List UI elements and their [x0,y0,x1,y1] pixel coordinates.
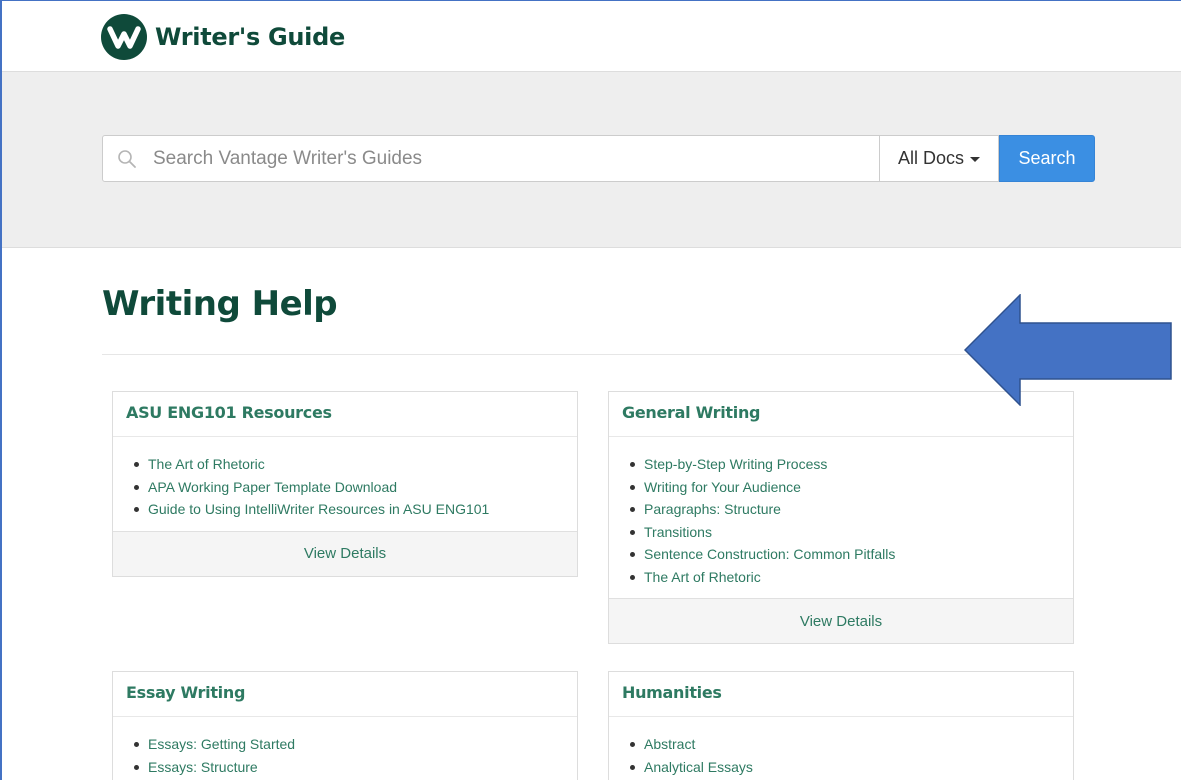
search-section: All Docs Search [2,72,1181,248]
view-details-button[interactable]: View Details [113,530,577,576]
title-divider [102,354,1087,355]
card-link[interactable]: The Art of Rhetoric [134,453,564,476]
writers-guide-logo-icon[interactable] [101,14,147,60]
brand-name[interactable]: Writer's Guide [155,23,345,51]
card-humanities: Humanities Abstract Analytical Essays [608,671,1074,780]
card-link[interactable]: Sentence Construction: Common Pitfalls [630,543,1060,566]
docs-scope-label: All Docs [897,148,964,168]
site-header: Writer's Guide [2,1,1181,72]
search-button[interactable]: Search [999,135,1095,182]
card-link[interactable]: Abstract [630,733,1060,756]
card-link[interactable]: Essays: Structure [134,756,564,779]
card-link[interactable]: Step-by-Step Writing Process [630,453,1060,476]
annotation-arrow-icon [964,294,1172,406]
page-title: Writing Help [102,284,338,324]
card-link-list: Abstract Analytical Essays [609,717,1073,780]
card-link[interactable]: Guide to Using IntelliWriter Resources i… [134,498,564,521]
card-link[interactable]: APA Working Paper Template Download [134,476,564,499]
card-title[interactable]: Essay Writing [113,672,577,717]
search-input[interactable] [153,136,853,181]
search-icon [117,149,137,174]
card-link[interactable]: Analytical Essays [630,756,1060,779]
card-asu-eng101: ASU ENG101 Resources The Art of Rhetoric… [112,391,578,577]
caret-down-icon [970,157,980,162]
card-essay-writing: Essay Writing Essays: Getting Started Es… [112,671,578,780]
card-general-writing: General Writing Step-by-Step Writing Pro… [608,391,1074,644]
card-link-list: Essays: Getting Started Essays: Structur… [113,717,577,780]
card-link[interactable]: Transitions [630,521,1060,544]
search-box [102,135,880,182]
card-title[interactable]: Humanities [609,672,1073,717]
card-title[interactable]: ASU ENG101 Resources [113,392,577,437]
page-frame: Writer's Guide All Docs Search Writing H… [0,0,1181,780]
card-link[interactable]: The Art of Rhetoric [630,566,1060,589]
card-link[interactable]: Paragraphs: Structure [630,498,1060,521]
card-link[interactable]: Writing for Your Audience [630,476,1060,499]
card-link-list: The Art of Rhetoric APA Working Paper Te… [113,437,577,531]
card-link-list: Step-by-Step Writing Process Writing for… [609,437,1073,598]
docs-scope-dropdown[interactable]: All Docs [879,135,999,182]
card-link[interactable]: Essays: Getting Started [134,733,564,756]
view-details-button[interactable]: View Details [609,598,1073,643]
